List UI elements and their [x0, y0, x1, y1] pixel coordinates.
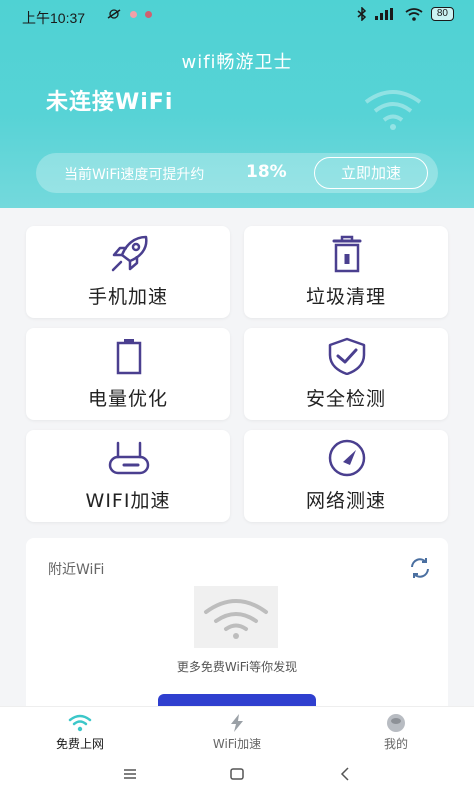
nav-label: 免费上网 — [55, 737, 104, 751]
bluetooth-icon — [357, 7, 366, 21]
battery-indicator: 80 — [430, 7, 454, 21]
router-icon — [108, 441, 150, 475]
nav-label: 我的 — [383, 737, 408, 751]
status-bar: 上午10:37 80 — [0, 0, 474, 34]
feature-card-battery-optimize[interactable]: 电量优化 — [26, 328, 230, 420]
notification-dot-icon — [145, 10, 152, 18]
feature-label: 安全检测 — [305, 388, 386, 410]
feature-card-phone-boost[interactable]: 手机加速 — [26, 226, 230, 318]
feature-card-junk-clean[interactable]: 垃圾清理 — [244, 226, 448, 318]
speedometer-icon — [328, 439, 366, 477]
menu-icon[interactable] — [120, 764, 140, 784]
system-nav-bar — [0, 754, 474, 794]
wifi-icon — [68, 714, 92, 732]
feature-label: WIFI加速 — [85, 490, 171, 512]
app-title: wifi畅游卫士 — [181, 52, 293, 73]
notification-dot-icon — [130, 10, 137, 18]
bottom-nav: 免费上网 WiFi加速 我的 — [0, 706, 474, 754]
feature-card-security-check[interactable]: 安全检测 — [244, 328, 448, 420]
lightning-icon — [231, 714, 243, 732]
wifi-status: 未连接WiFi — [46, 90, 174, 115]
back-icon[interactable] — [336, 764, 356, 784]
boost-now-button[interactable]: 立即加速 — [314, 157, 428, 189]
nearby-wifi-panel: 附近WiFi 更多免费WiFi等你发现 — [26, 538, 448, 718]
shield-check-icon — [328, 337, 366, 375]
profile-icon — [387, 714, 405, 732]
empty-wifi-illustration — [194, 586, 278, 648]
status-icons-right: 80 — [357, 7, 454, 21]
home-icon[interactable] — [227, 764, 247, 784]
nav-item-wifi-boost[interactable]: WiFi加速 — [177, 707, 297, 755]
rocket-icon — [111, 235, 148, 272]
feature-label: 电量优化 — [87, 388, 168, 410]
nav-item-free-internet[interactable]: 免费上网 — [20, 707, 140, 755]
refresh-icon[interactable] — [408, 556, 432, 580]
feature-card-wifi-boost[interactable]: WIFI加速 — [26, 430, 230, 522]
wifi-status-icon — [405, 7, 423, 21]
signal-icon — [374, 8, 393, 20]
wifi-watermark-icon — [364, 90, 422, 130]
feature-label: 网络测速 — [305, 490, 386, 512]
notification-icons — [106, 8, 152, 20]
feature-label: 垃圾清理 — [305, 286, 386, 308]
speed-boost-percent: 18% — [246, 162, 287, 182]
empty-wifi-text: 更多免费WiFi等你发现 — [176, 660, 298, 674]
header: 上午10:37 80 wifi畅游卫士 未连接WiFi 当前WiFi速度可提升约… — [0, 0, 474, 208]
alarm-off-icon — [107, 9, 121, 19]
feature-card-speed-test[interactable]: 网络测速 — [244, 430, 448, 522]
battery-icon — [116, 339, 142, 375]
speed-boost-text: 当前WiFi速度可提升约 — [64, 167, 205, 183]
feature-label: 手机加速 — [87, 286, 168, 308]
status-time: 上午10:37 — [22, 10, 86, 26]
speed-boost-bar: 当前WiFi速度可提升约 18% 立即加速 — [36, 153, 438, 193]
wifi-placeholder-icon — [204, 599, 268, 639]
nearby-wifi-title: 附近WiFi — [48, 562, 105, 578]
trash-icon — [332, 235, 362, 273]
nav-item-profile[interactable]: 我的 — [336, 707, 456, 755]
nav-label: WiFi加速 — [212, 737, 262, 751]
